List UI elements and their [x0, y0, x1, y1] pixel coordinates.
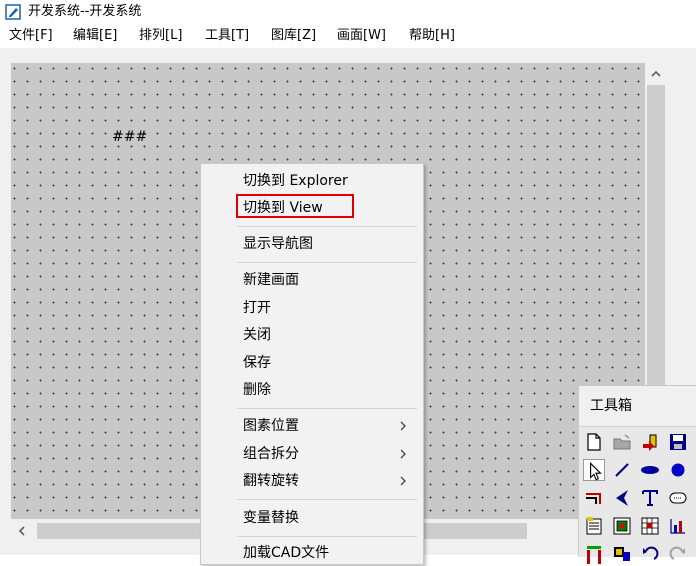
text-tool-icon[interactable]	[639, 487, 661, 509]
import-icon[interactable]	[639, 431, 661, 453]
highlight-annotation	[236, 194, 354, 218]
title-bar: 开发系统--开发系统	[0, 0, 696, 24]
pointer-arrow-icon[interactable]	[583, 459, 605, 481]
menu-separator	[237, 226, 417, 227]
canvas-text-object[interactable]: ###	[112, 128, 147, 146]
menu-item-label: 加载CAD文件	[243, 545, 330, 561]
toolbox-panel: 工具箱	[578, 385, 696, 564]
chevron-right-icon	[400, 476, 406, 486]
chevron-right-icon	[400, 449, 406, 459]
menu-file[interactable]: 文件[F]	[9, 27, 53, 45]
menu-bar: 文件[F] 编辑[E] 排列[L] 工具[T] 图库[Z] 画面[W] 帮助[H…	[0, 24, 696, 48]
window-title: 开发系统--开发系统	[28, 4, 142, 19]
menu-item-label: 显示导航图	[243, 236, 313, 252]
menu-item-show-navigator[interactable]: 显示导航图	[201, 231, 423, 257]
menu-item-open[interactable]: 打开	[201, 295, 423, 321]
grid-image-icon[interactable]	[639, 515, 661, 537]
menu-item-new-screen[interactable]: 新建画面	[201, 267, 423, 293]
menu-item-label: 删除	[243, 382, 271, 398]
menu-item-flip-rotate[interactable]: 翻转旋转	[201, 468, 423, 494]
menu-item-variable-replace[interactable]: 变量替换	[201, 505, 423, 531]
bar-icon[interactable]	[583, 543, 605, 565]
line-tool-icon[interactable]	[611, 459, 633, 481]
ellipse-flat-icon[interactable]	[639, 459, 661, 481]
open-folder-icon[interactable]	[611, 431, 633, 453]
menu-item-element-position[interactable]: 图素位置	[201, 413, 423, 439]
menu-item-load-cad[interactable]: 加载CAD文件	[201, 540, 423, 566]
menu-arrange[interactable]: 排列[L]	[139, 27, 182, 45]
menu-screen[interactable]: 画面[W]	[337, 27, 386, 45]
toolbox-grid	[579, 426, 696, 564]
save-disk-icon[interactable]	[667, 431, 689, 453]
menu-item-label: 切换到 Explorer	[243, 173, 348, 189]
menu-help[interactable]: 帮助[H]	[409, 27, 455, 45]
context-menu: 切换到 Explorer 切换到 View 显示导航图 新建画面 打开 关闭 保…	[200, 163, 424, 565]
menu-item-label: 新建画面	[243, 272, 299, 288]
menu-item-label: 组合拆分	[243, 446, 299, 462]
menu-item-save[interactable]: 保存	[201, 350, 423, 376]
menu-separator	[237, 262, 417, 263]
report-icon[interactable]	[583, 515, 605, 537]
menu-item-label: 变量替换	[243, 510, 299, 526]
menu-separator	[237, 408, 417, 409]
chevron-right-icon	[400, 421, 406, 431]
scroll-left-icon[interactable]	[11, 519, 33, 543]
menu-library[interactable]: 图库[Z]	[271, 27, 316, 45]
menu-item-switch-explorer[interactable]: 切换到 Explorer	[201, 168, 423, 194]
menu-separator	[237, 499, 417, 500]
edit-document-icon	[5, 4, 21, 20]
menu-item-close[interactable]: 关闭	[201, 322, 423, 348]
vertical-scroll-thumb[interactable]	[647, 85, 665, 385]
redo-icon[interactable]	[667, 543, 689, 565]
menu-separator	[237, 536, 417, 537]
picture-icon[interactable]	[611, 543, 633, 565]
chart-icon[interactable]	[667, 515, 689, 537]
rounded-rect-icon[interactable]	[667, 487, 689, 509]
menu-tools[interactable]: 工具[T]	[205, 27, 249, 45]
undo-icon[interactable]	[639, 543, 661, 565]
menu-edit[interactable]: 编辑[E]	[73, 27, 117, 45]
menu-item-label: 关闭	[243, 327, 271, 343]
menu-item-label: 打开	[243, 300, 271, 316]
menu-item-label: 保存	[243, 355, 271, 371]
menu-item-group-ungroup[interactable]: 组合拆分	[201, 441, 423, 467]
image-icon[interactable]	[611, 515, 633, 537]
menu-item-label: 图素位置	[243, 418, 299, 434]
new-page-icon[interactable]	[583, 431, 605, 453]
toolbox-title: 工具箱	[590, 398, 632, 414]
polyline-icon[interactable]	[583, 487, 605, 509]
scroll-up-icon[interactable]	[645, 63, 667, 85]
arc-icon[interactable]	[611, 487, 633, 509]
menu-item-label: 翻转旋转	[243, 473, 299, 489]
menu-item-delete[interactable]: 删除	[201, 377, 423, 403]
circle-fill-icon[interactable]	[667, 459, 689, 481]
